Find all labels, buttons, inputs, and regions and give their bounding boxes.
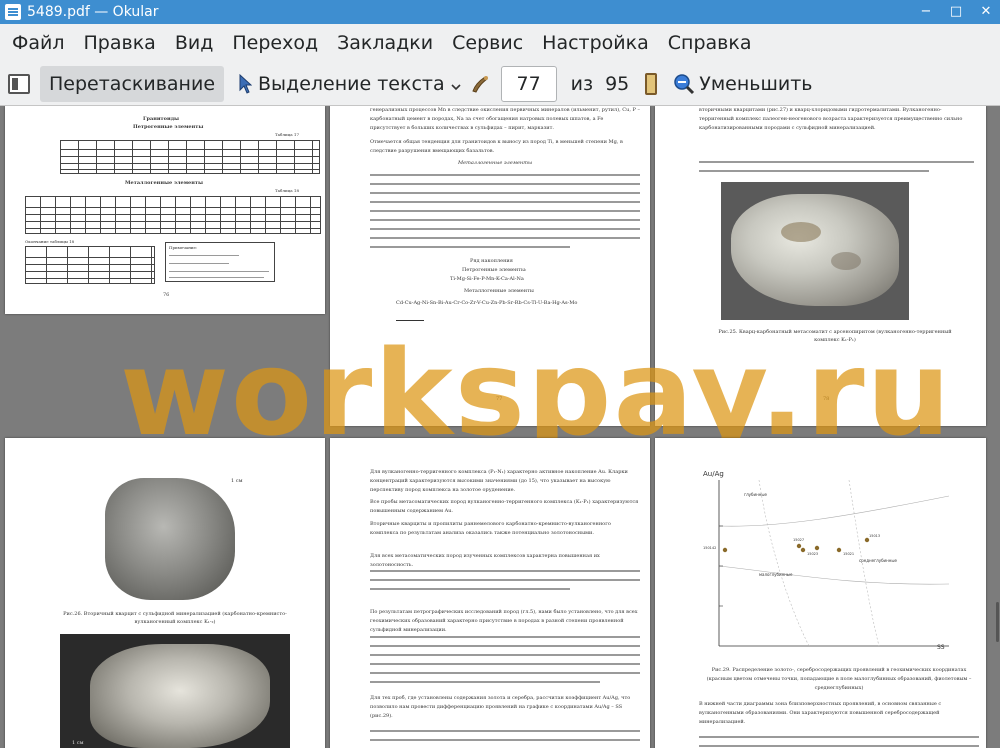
close-icon[interactable]: ✕: [978, 4, 994, 20]
data-table: [25, 196, 321, 234]
pdf-page-79: 1 см Рис.26. Вторичный кварцит с сульфид…: [5, 438, 325, 748]
figure-caption: Рис.29. Распределение золото-, серебросо…: [706, 667, 972, 691]
minimize-icon[interactable]: −: [918, 4, 934, 20]
section-subtitle: Металлогенные элементы: [458, 160, 533, 166]
data-point: [864, 537, 870, 543]
drag-mode-label: Перетаскивание: [49, 72, 216, 95]
paragraph: вторичными кварцитами (рис.27) и кварц-х…: [699, 107, 963, 131]
page-number: 76: [163, 292, 170, 298]
paragraph: Вторичные кварциты и пропилиты раннемело…: [370, 521, 611, 536]
data-point: [836, 547, 842, 553]
legend-title: Примечание:: [169, 245, 198, 250]
data-table: [25, 246, 155, 284]
menu-help[interactable]: Справка: [668, 32, 752, 54]
zoom-out-icon: [673, 73, 695, 95]
okular-window: 5489.pdf — Okular − □ ✕ Файл Правка Вид …: [0, 0, 1000, 748]
figure-caption: Рис.25. Кварц-карбонатный метасоматит с …: [718, 329, 952, 343]
select-text-label: Выделение текста: [258, 72, 445, 95]
annotate-hand-icon[interactable]: [469, 73, 491, 95]
table-legend: Примечание:: [165, 242, 275, 282]
rock-photo: 1 см: [93, 468, 275, 606]
series-title: Ряд накопления: [470, 258, 513, 264]
maximize-icon[interactable]: □: [948, 4, 964, 20]
paragraph: По результатам петрографических исследов…: [370, 609, 638, 633]
point-label: 15013: [869, 534, 881, 538]
data-point: [800, 547, 806, 553]
data-point: [796, 543, 802, 549]
data-point: [722, 547, 728, 553]
table-label: Таблица 18: [275, 188, 299, 193]
page-number: 78: [823, 396, 830, 402]
table-label: Таблица 17: [275, 132, 299, 137]
menu-bar: Файл Правка Вид Переход Закладки Сервис …: [0, 24, 1000, 62]
point-label: 15023: [807, 552, 819, 556]
main-toolbar: Перетаскивание Выделение текста 77 из 95…: [0, 62, 1000, 106]
series-label: Металлогенные элементы: [464, 288, 534, 294]
rock-photo: [721, 182, 909, 320]
paragraph: Отмечается общая тенденция для гранитоид…: [370, 139, 623, 154]
sidebar-toggle-icon[interactable]: [8, 73, 30, 94]
zoom-out-button[interactable]: Уменьшить: [673, 66, 821, 102]
page-device-icon[interactable]: [645, 72, 658, 95]
rock-photo: 1 см: [60, 634, 290, 748]
title-bar: 5489.pdf — Okular − □ ✕: [0, 0, 1000, 24]
paragraph: Все пробы метасоматических пород вулкано…: [370, 499, 639, 514]
pdf-page-81: Au/Ag глубинные среднеглубинные малоглуб…: [655, 438, 986, 748]
paragraph: Для вулканогенно-терригенного комплекса …: [370, 469, 628, 493]
menu-file[interactable]: Файл: [12, 32, 65, 54]
diagram-plot: [718, 479, 950, 647]
pdf-page-77: генерализных процессов Mn в следствие ок…: [330, 106, 650, 426]
page-of-label: из: [570, 72, 594, 95]
menu-view[interactable]: Вид: [175, 32, 214, 54]
menu-bookmarks[interactable]: Закладки: [337, 32, 433, 54]
menu-edit[interactable]: Правка: [84, 32, 156, 54]
zone-label: глубинные: [744, 492, 767, 497]
data-table: [60, 140, 320, 174]
table-note-title: Окончание таблицы 18: [25, 239, 75, 244]
menu-tools[interactable]: Сервис: [452, 32, 523, 54]
menu-go[interactable]: Переход: [232, 32, 318, 54]
page-number: 77: [496, 396, 503, 402]
point-label: 15021: [843, 552, 855, 556]
paragraph: Для тех проб, где установлены содержания…: [370, 695, 631, 719]
point-label: 150142: [703, 546, 717, 550]
chevron-down-icon[interactable]: [449, 77, 463, 91]
page-subheading: Петрогенные элементы: [133, 124, 204, 130]
arrow-icon: [396, 320, 424, 321]
menu-settings[interactable]: Настройка: [542, 32, 649, 54]
series-values: Ti-Mg-Si-Fe-P-Mn-K-Ca-Al-Na: [450, 276, 524, 282]
window-title: 5489.pdf — Okular: [27, 4, 159, 20]
paragraph: В нижней части диаграммы зона близповерх…: [699, 701, 942, 725]
page-number-input[interactable]: 77: [500, 65, 557, 102]
point-label: 15027: [793, 538, 805, 542]
pdf-page-80: Для вулканогенно-терригенного комплекса …: [330, 438, 650, 748]
geochem-diagram: Au/Ag глубинные среднеглубинные малоглуб…: [699, 466, 959, 658]
pdf-page-76: Гранитоиды Петрогенные элементы Таблица …: [5, 106, 325, 314]
paragraph: Для всех метасоматических пород изученны…: [370, 553, 600, 568]
figure-caption: Рис.26. Вторичный кварцит с сульфидной м…: [63, 611, 287, 625]
vertical-scrollbar[interactable]: [992, 106, 1000, 748]
select-text-button[interactable]: Выделение текста: [224, 66, 469, 102]
page-heading: Гранитоиды: [143, 116, 180, 122]
scale-label: 1 см: [72, 740, 84, 746]
zone-label: малоглубинные: [759, 572, 793, 577]
scrollbar-thumb[interactable]: [996, 602, 999, 642]
document-view[interactable]: Гранитоиды Петрогенные элементы Таблица …: [0, 106, 1000, 748]
pdf-page-78: вторичными кварцитами (рис.27) и кварц-х…: [655, 106, 986, 426]
data-point: [814, 545, 820, 551]
paragraph: генерализных процессов Mn в следствие ок…: [370, 107, 640, 131]
text-cursor-icon: [238, 73, 253, 94]
x-axis-label: SS: [937, 644, 945, 651]
total-pages-label: 95: [605, 72, 630, 95]
zone-label: среднеглубинные: [859, 558, 897, 563]
zoom-out-label: Уменьшить: [699, 72, 813, 95]
okular-app-icon: [5, 4, 21, 20]
series-values: Cd-Cu-Ag-Ni-Sn-Bi-Au-Cr-Co-Zr-V-Cu-Zn-Pb…: [396, 300, 578, 306]
drag-mode-button[interactable]: Перетаскивание: [40, 65, 225, 102]
page-subheading: Металлогенные элементы: [125, 180, 203, 186]
scale-label: 1 см: [231, 478, 243, 484]
series-label: Петрогенные элементы:: [462, 267, 527, 273]
